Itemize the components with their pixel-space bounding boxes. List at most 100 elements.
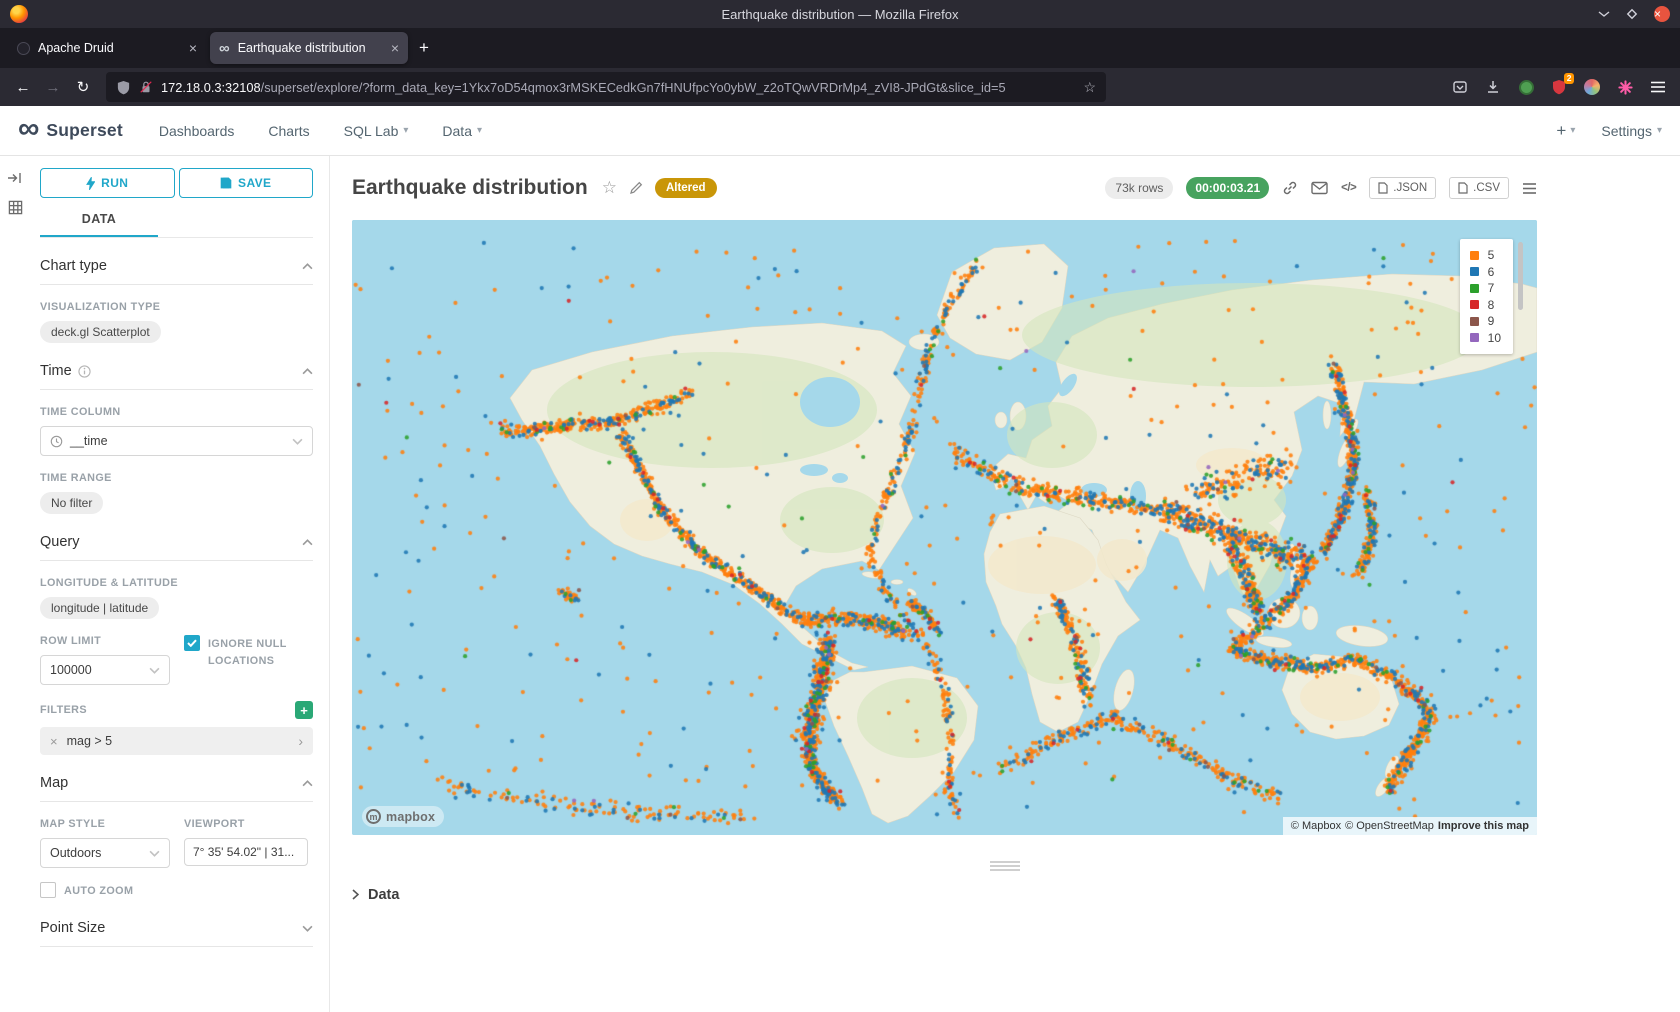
email-icon[interactable] <box>1311 181 1328 195</box>
section-header-query[interactable]: Query <box>40 534 313 561</box>
run-button[interactable]: RUN <box>40 168 175 198</box>
chevron-up-icon <box>302 780 313 787</box>
new-tab-button[interactable]: + <box>410 34 438 62</box>
viz-type-pill[interactable]: deck.gl Scatterplot <box>40 321 161 343</box>
tab-close-icon[interactable]: × <box>189 40 197 56</box>
lonlat-pill[interactable]: longitude | latitude <box>40 597 159 619</box>
menu-icon[interactable] <box>1648 77 1668 97</box>
chevron-up-icon <box>302 263 313 270</box>
tab-close-icon[interactable]: × <box>391 40 399 56</box>
downloads-icon[interactable] <box>1483 77 1503 97</box>
legend-row[interactable]: 6 <box>1470 264 1501 281</box>
chevron-down-icon: ▾ <box>1570 125 1575 136</box>
save-disk-icon <box>220 177 232 189</box>
explore-control-panel: RUN SAVE DATA Chart type VISUALIZATION T… <box>30 156 330 1012</box>
dataset-grid-icon[interactable] <box>8 200 23 215</box>
window-minimize-button[interactable] <box>1598 8 1610 20</box>
druid-favicon-icon <box>17 42 30 55</box>
info-icon <box>78 365 91 378</box>
insecure-lock-icon[interactable] <box>139 80 153 94</box>
checkbox-checked-icon[interactable] <box>184 635 200 651</box>
url-text[interactable]: 172.18.0.3:32108/superset/explore/?form_… <box>161 80 1075 95</box>
forward-button[interactable]: → <box>38 73 68 101</box>
attribution-improve-link[interactable]: Improve this map <box>1438 820 1529 832</box>
superset-logo[interactable]: ∞ Superset <box>18 118 123 144</box>
legend-row[interactable]: 7 <box>1470 280 1501 297</box>
filter-chip[interactable]: × mag > 5 › <box>40 727 313 755</box>
tab-earthquake-distribution[interactable]: ∞ Earthquake distribution × <box>210 32 408 64</box>
chevron-down-icon <box>149 850 160 857</box>
legend-row[interactable]: 5 <box>1470 247 1501 264</box>
legend-row[interactable]: 10 <box>1470 330 1501 347</box>
tracking-protection-shield-icon[interactable] <box>116 80 131 95</box>
tab-data[interactable]: DATA <box>40 212 158 237</box>
time-range-pill[interactable]: No filter <box>40 492 103 514</box>
section-header-map[interactable]: Map <box>40 775 313 802</box>
auto-zoom-checkbox-row[interactable]: AUTO ZOOM <box>40 882 170 900</box>
viewport-label: VIEWPORT <box>184 818 313 830</box>
filters-label: FILTERS <box>40 704 87 716</box>
share-link-icon[interactable] <box>1282 180 1298 196</box>
window-title: Earthquake distribution — Mozilla Firefo… <box>722 7 959 22</box>
edit-properties-icon[interactable] <box>629 181 643 195</box>
nav-data[interactable]: Data▾ <box>442 123 482 139</box>
pocket-icon[interactable] <box>1450 77 1470 97</box>
extension-green-icon[interactable] <box>1516 77 1536 97</box>
extension-pink-icon[interactable] <box>1615 77 1635 97</box>
earthquake-points-layer[interactable] <box>352 220 1537 835</box>
viz-type-label: VISUALIZATION TYPE <box>40 301 313 313</box>
legend-row[interactable]: 8 <box>1470 297 1501 314</box>
viewport-value[interactable]: 7° 35' 54.02" | 31... <box>184 838 308 866</box>
nav-sql-lab[interactable]: SQL Lab▾ <box>344 123 409 139</box>
tab-apache-druid[interactable]: Apache Druid × <box>8 32 206 64</box>
altered-badge[interactable]: Altered <box>655 178 717 198</box>
chevron-right-icon <box>352 889 359 900</box>
remove-filter-icon[interactable]: × <box>50 734 58 749</box>
save-button[interactable]: SAVE <box>179 168 314 198</box>
attribution-mapbox-link[interactable]: © Mapbox <box>1291 820 1341 832</box>
nav-dashboards[interactable]: Dashboards <box>159 123 235 139</box>
export-csv-button[interactable]: .CSV <box>1449 177 1509 199</box>
panel-resize-handle[interactable] <box>990 861 1020 871</box>
deckgl-map[interactable]: 5678910 m mapbox © Mapbox © OpenStreetMa… <box>352 220 1537 835</box>
chevron-down-icon <box>302 925 313 932</box>
ignore-null-checkbox-row[interactable]: IGNORE NULL LOCATIONS <box>184 635 313 671</box>
data-section-toggle[interactable]: Data <box>352 887 1537 903</box>
export-json-button[interactable]: .JSON <box>1369 177 1436 199</box>
url-bar[interactable]: 172.18.0.3:32108/superset/explore/?form_… <box>106 72 1106 102</box>
time-column-select[interactable]: __time <box>40 426 313 456</box>
nav-charts[interactable]: Charts <box>268 123 309 139</box>
reload-button[interactable]: ↻ <box>68 73 98 101</box>
browser-toolbar: ← → ↻ 172.18.0.3:32108/superset/explore/… <box>0 68 1680 106</box>
ignore-null-label: IGNORE NULL LOCATIONS <box>208 636 313 671</box>
chevron-down-icon: ▾ <box>403 125 408 136</box>
legend-row[interactable]: 9 <box>1470 313 1501 330</box>
bookmark-star-icon[interactable]: ☆ <box>1083 79 1096 96</box>
attribution-osm-link[interactable]: © OpenStreetMap <box>1345 820 1434 832</box>
section-header-chart-type[interactable]: Chart type <box>40 258 313 285</box>
add-new-button[interactable]: +▾ <box>1556 121 1575 141</box>
section-header-time[interactable]: Time <box>40 363 313 390</box>
favorite-star-icon[interactable]: ☆ <box>602 178 617 198</box>
mapbox-logo[interactable]: m mapbox <box>362 806 444 827</box>
clock-icon <box>50 435 63 448</box>
time-range-label: TIME RANGE <box>40 472 313 484</box>
legend-swatch <box>1470 300 1479 309</box>
map-style-select[interactable]: Outdoors <box>40 838 170 868</box>
settings-menu[interactable]: Settings▾ <box>1601 123 1662 139</box>
window-close-button[interactable]: × <box>1654 6 1670 22</box>
legend-scrollbar[interactable] <box>1518 242 1523 310</box>
chart-menu-icon[interactable] <box>1522 182 1537 195</box>
legend-label: 6 <box>1488 265 1495 279</box>
account-avatar-icon[interactable] <box>1582 77 1602 97</box>
embed-code-icon[interactable]: </> <box>1341 182 1356 194</box>
checkbox-unchecked-icon[interactable] <box>40 882 56 898</box>
back-button[interactable]: ← <box>8 73 38 101</box>
collapse-panel-icon[interactable] <box>7 170 23 186</box>
section-header-point-size[interactable]: Point Size <box>40 920 313 947</box>
add-filter-button[interactable]: + <box>295 701 313 719</box>
legend-swatch <box>1470 333 1479 342</box>
window-maximize-button[interactable] <box>1626 8 1638 20</box>
adblock-shield-icon[interactable]: 2 <box>1549 77 1569 97</box>
row-limit-select[interactable]: 100000 <box>40 655 170 685</box>
